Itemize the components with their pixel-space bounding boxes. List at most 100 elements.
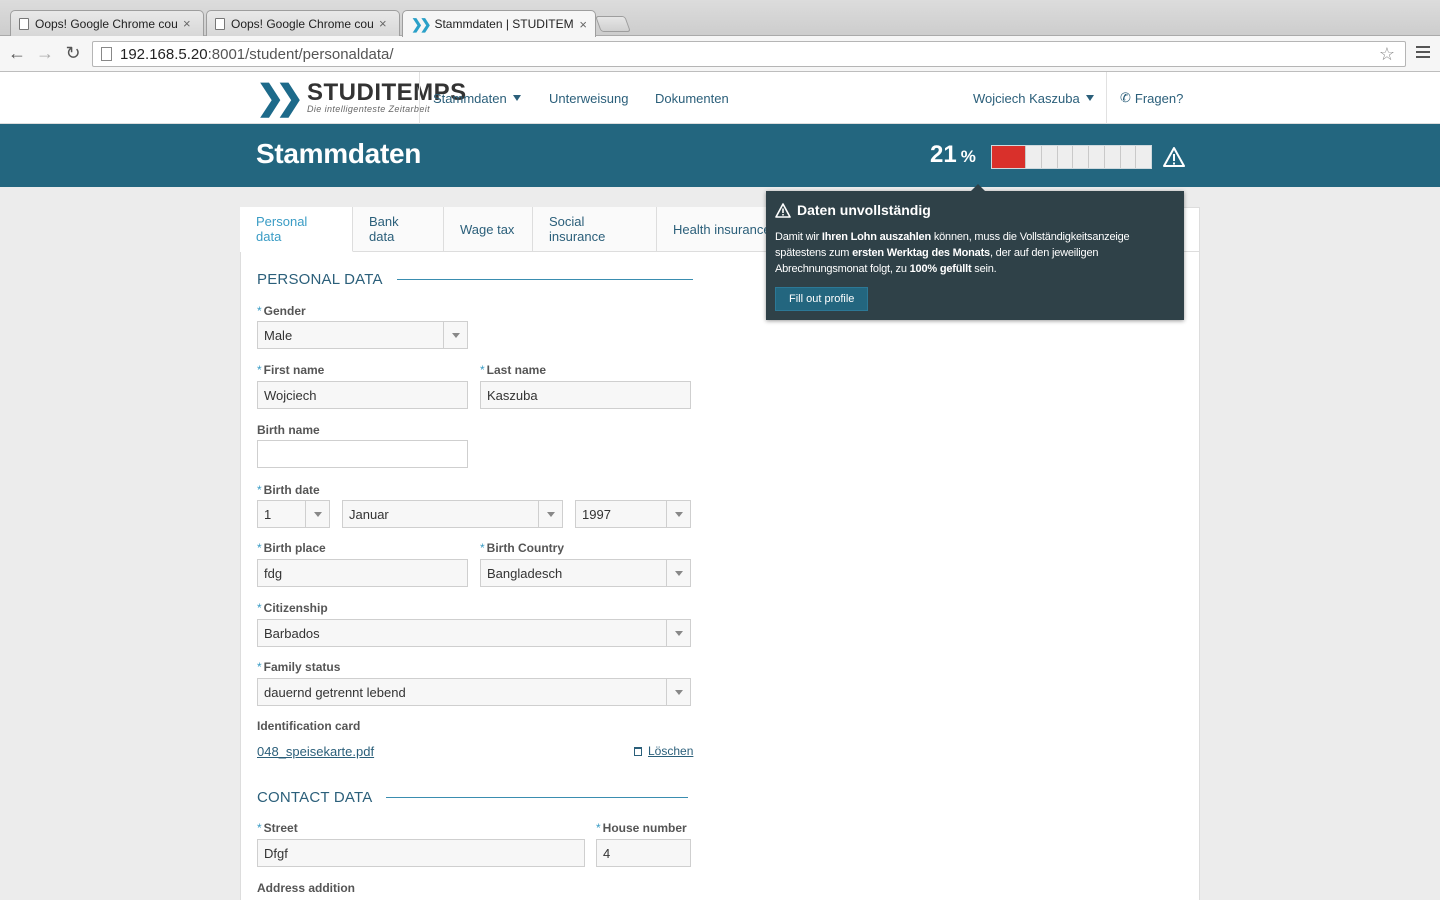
- progress-segment: [1041, 146, 1057, 168]
- reload-icon[interactable]: ↻: [62, 42, 84, 64]
- section-title: PERSONAL DATA: [257, 271, 383, 288]
- progress-segment: [1135, 146, 1151, 168]
- page-icon: [101, 47, 112, 61]
- citizenship-select[interactable]: Barbados: [257, 619, 691, 647]
- gender-select[interactable]: Male: [257, 321, 468, 349]
- house-number-field[interactable]: 4: [596, 839, 691, 867]
- completion-value: 21: [930, 141, 957, 168]
- address-bar[interactable]: 192.168.5.20:8001/student/personaldata/ …: [92, 41, 1406, 67]
- tab-bank-data[interactable]: Bank data: [353, 207, 444, 252]
- phone-icon: ✆: [1120, 90, 1131, 105]
- page-header: Stammdaten 21%: [0, 124, 1440, 187]
- birth-name-label: Birth name: [257, 423, 320, 437]
- family-status-select[interactable]: dauernd getrennt lebend: [257, 678, 691, 706]
- birth-place-field[interactable]: fdg: [257, 559, 468, 587]
- id-card-label: Identification card: [257, 719, 361, 733]
- fill-out-profile-button[interactable]: Fill out profile: [775, 287, 869, 311]
- back-arrow-icon[interactable]: ←: [6, 42, 28, 64]
- tab-personal-data[interactable]: Personal data: [240, 207, 353, 252]
- street-label: * Street: [257, 821, 298, 835]
- first-name-field[interactable]: Wojciech: [257, 381, 468, 409]
- nav-dokumente[interactable]: Dokumenten: [655, 72, 729, 124]
- browser-tabstrip: Oops! Google Chrome cou × Oops! Google C…: [0, 0, 1440, 37]
- help-label: Fragen?: [1134, 90, 1184, 106]
- family-status-label: * Family status: [257, 660, 341, 674]
- completion-percent: 21%: [930, 141, 976, 169]
- browser-tab-title: Stammdaten | STUDITEMPS: [434, 17, 574, 31]
- forward-arrow-icon[interactable]: →: [34, 42, 56, 64]
- tab-wage-tax[interactable]: Wage tax: [444, 207, 533, 252]
- page-icon: [215, 17, 225, 30]
- birth-day-select[interactable]: 1: [257, 500, 330, 528]
- form-tabs: Personal data Bank data Wage tax Social …: [240, 207, 769, 252]
- birth-year-select[interactable]: 1997: [575, 500, 691, 528]
- dropdown-arrow-icon: [538, 501, 562, 527]
- new-tab-button[interactable]: [595, 16, 631, 32]
- dropdown-arrow-icon: [666, 501, 690, 527]
- section-title: CONTACT DATA: [257, 789, 373, 806]
- progress-segment: [1072, 146, 1088, 168]
- browser-tab-3[interactable]: ❯❯ Stammdaten | STUDITEMPS ×: [402, 10, 596, 37]
- house-number-label: * House number: [596, 821, 687, 835]
- url-path: :8001/student/personaldata/: [207, 45, 394, 63]
- dropdown-arrow-icon: [666, 679, 690, 705]
- dropdown-arrow-icon: [666, 560, 690, 586]
- nav-unterweisung[interactable]: Unterweisung: [549, 72, 629, 124]
- birth-country-select[interactable]: Bangladesch: [480, 559, 691, 587]
- browser-toolbar: ← → ↻ 192.168.5.20:8001/student/personal…: [0, 36, 1440, 72]
- warning-icon: [775, 202, 791, 218]
- nav-stammdaten-label: Stammdaten: [433, 90, 507, 106]
- tab-health-insurance[interactable]: Health insurance: [657, 207, 769, 252]
- incomplete-data-popover: Daten unvollständig Damit wir Ihren Lohn…: [766, 184, 1184, 320]
- url-host: 192.168.5.20: [120, 45, 208, 63]
- user-name: Wojciech Kaszuba: [973, 90, 1080, 106]
- progress-segment: [1056, 146, 1073, 168]
- popover-body: Damit wir Ihren Lohn auszahlen können, m…: [775, 231, 1130, 275]
- help-link[interactable]: ✆ Fragen?: [1120, 72, 1183, 124]
- close-icon[interactable]: ×: [183, 16, 191, 31]
- dropdown-arrow-icon: [443, 322, 467, 348]
- section-personal-data: PERSONAL DATA: [257, 271, 693, 288]
- first-name-label: * First name: [257, 363, 325, 377]
- section-contact-data: CONTACT DATA: [257, 789, 689, 806]
- progress-segment: [1119, 146, 1136, 168]
- progress-segment: [1088, 146, 1104, 168]
- address-addition-label: Address addition: [257, 881, 356, 895]
- warning-icon[interactable]: [1163, 146, 1185, 168]
- progress-fill: [992, 146, 1026, 168]
- popover-title: Daten unvollständig: [775, 202, 1175, 218]
- birth-name-field[interactable]: [257, 440, 468, 468]
- completion-progress-bar[interactable]: [991, 145, 1152, 169]
- trash-icon: [634, 746, 642, 756]
- star-icon[interactable]: ☆: [1379, 44, 1395, 65]
- nav-stammdaten[interactable]: Stammdaten: [433, 72, 521, 124]
- birth-place-label: * Birth place: [257, 541, 326, 555]
- studitemps-favicon: ❯❯: [411, 15, 432, 32]
- last-name-label: * Last name: [480, 363, 547, 377]
- dropdown-arrow-icon: [305, 501, 329, 527]
- browser-tab-1[interactable]: Oops! Google Chrome cou ×: [10, 10, 204, 36]
- user-menu[interactable]: Wojciech Kaszuba: [973, 72, 1094, 124]
- last-name-field[interactable]: Kaszuba: [480, 381, 691, 409]
- progress-segment: [1025, 146, 1041, 168]
- browser-tab-title: Oops! Google Chrome cou: [35, 16, 177, 31]
- birth-date-label: * Birth date: [257, 483, 320, 497]
- progress-segment: [1103, 146, 1120, 168]
- caret-down-icon: [1085, 95, 1094, 101]
- birth-month-select[interactable]: Januar: [342, 500, 563, 528]
- logo-chevron-icon: ❯❯: [256, 79, 304, 117]
- id-card-file-link[interactable]: 048_speisekarte.pdf: [257, 744, 374, 759]
- completion-unit: %: [960, 147, 976, 166]
- close-icon[interactable]: ×: [379, 16, 387, 31]
- dropdown-arrow-icon: [666, 620, 690, 646]
- delete-file-link[interactable]: Löschen: [634, 744, 693, 758]
- site-header: ❯❯ STUDITEMPS Die intelligenteste Zeitar…: [0, 72, 1440, 124]
- tab-social-insurance[interactable]: Social insurance: [533, 207, 657, 252]
- browser-tab-2[interactable]: Oops! Google Chrome cou ×: [206, 10, 400, 36]
- menu-icon[interactable]: [1416, 46, 1430, 61]
- birth-country-label: * Birth Country: [480, 541, 564, 555]
- street-field[interactable]: Dfgf: [257, 839, 585, 867]
- close-icon[interactable]: ×: [579, 17, 587, 32]
- caret-down-icon: [512, 95, 521, 101]
- browser-tab-title: Oops! Google Chrome cou: [231, 16, 373, 31]
